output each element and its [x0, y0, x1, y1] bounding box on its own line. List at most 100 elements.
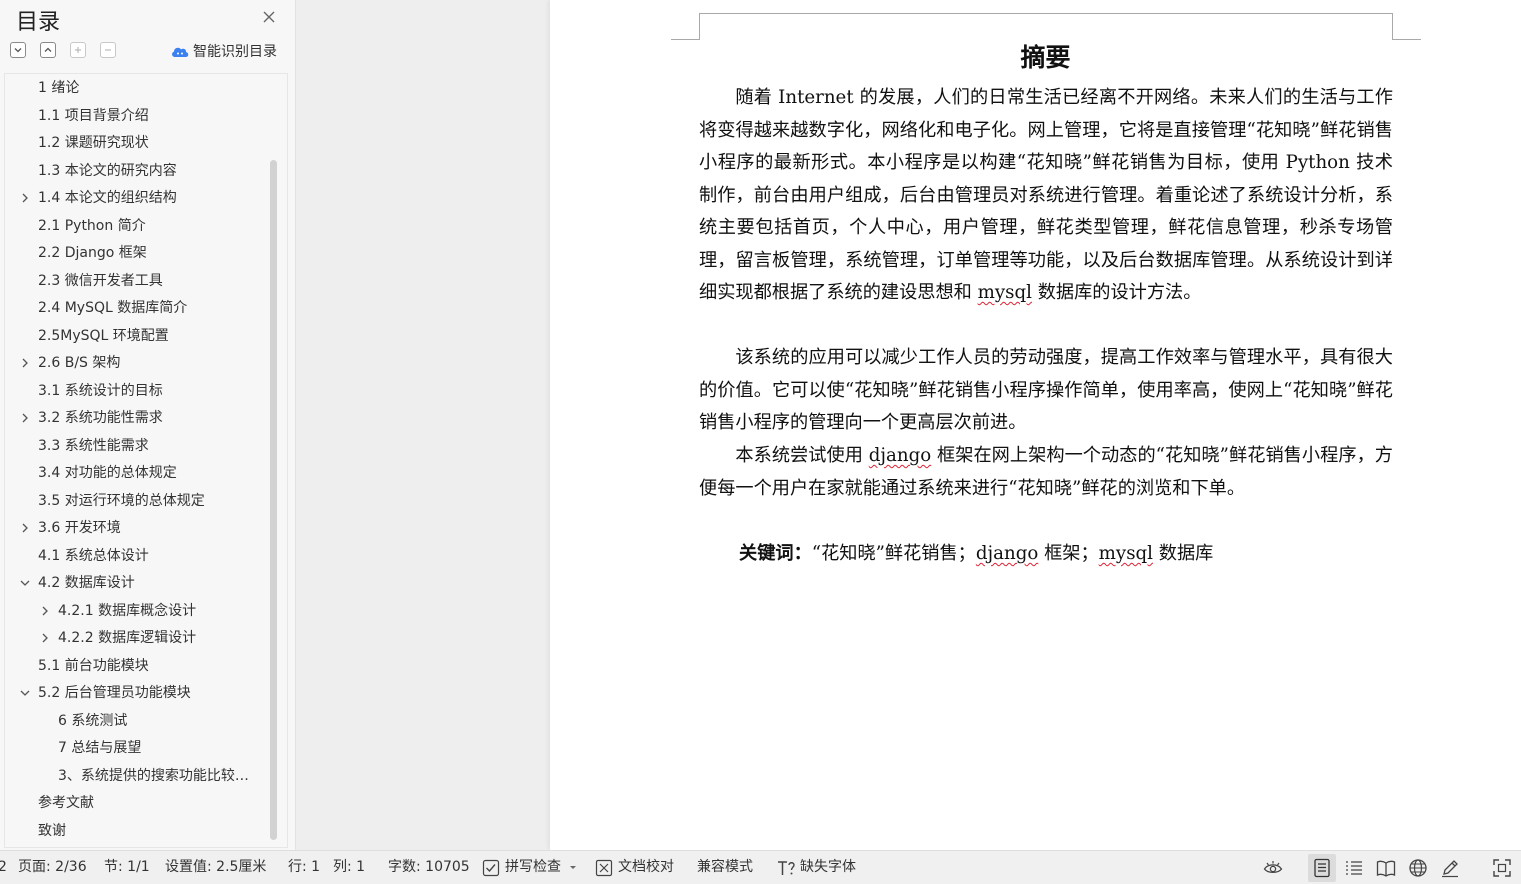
smart-toc-label: 智能识别目录: [193, 44, 277, 60]
margin-corner-right: [1392, 13, 1421, 40]
missing-font-icon: [778, 861, 795, 875]
toc-item[interactable]: 4.2.2 数据库逻辑设计: [5, 625, 267, 651]
keywords-label: 关键词：: [739, 543, 812, 564]
toc-item-label: 3.2 系统功能性需求: [38, 410, 163, 426]
keyword-text: 框架；: [1038, 543, 1099, 564]
writing-mode-button[interactable]: [1436, 854, 1464, 882]
toc-item[interactable]: 3.6 开发环境: [5, 515, 267, 541]
abstract-title: 摘要: [1020, 43, 1071, 72]
toc-item-label: 1 绪论: [38, 80, 80, 96]
paragraph-text: 数据库的设计方法。: [1031, 282, 1202, 303]
close-icon[interactable]: [259, 7, 279, 27]
toc-item[interactable]: 4.2.1 数据库概念设计: [5, 598, 267, 624]
page-indicator[interactable]: 页面: 2/36: [18, 851, 87, 884]
chevron-right-icon[interactable]: [19, 522, 31, 534]
toc-item[interactable]: 2.4 MySQL 数据库简介: [5, 295, 267, 321]
paragraph-text: 本系统尝试使用: [735, 445, 869, 466]
section-indicator: 节: 1/1: [104, 859, 150, 875]
toc-item[interactable]: 3.5 对运行环境的总体规定: [5, 488, 267, 514]
collapse-all-button[interactable]: [40, 42, 56, 58]
toc-item[interactable]: 1.3 本论文的研究内容: [5, 158, 267, 184]
page-view-icon: [1314, 858, 1330, 878]
smart-toc-button[interactable]: 智能识别目录: [170, 40, 277, 62]
toc-item-label: 1.4 本论文的组织结构: [38, 190, 177, 206]
toc-item[interactable]: 1.2 课题研究现状: [5, 130, 267, 156]
toc-item[interactable]: 3.2 系统功能性需求: [5, 405, 267, 431]
toc-item[interactable]: 5.1 前台功能模块: [5, 653, 267, 679]
outline-view-icon: [1346, 861, 1362, 875]
toc-item[interactable]: 2.2 Django 框架: [5, 240, 267, 266]
toc-item[interactable]: 6 系统测试: [5, 708, 267, 734]
toc-item[interactable]: 3.3 系统性能需求: [5, 433, 267, 459]
chevron-up-icon: [44, 47, 52, 52]
spellcheck-word: django: [975, 543, 1039, 564]
chevron-down-icon[interactable]: [19, 687, 31, 699]
toc-item[interactable]: 7 总结与展望: [5, 735, 267, 761]
toc-item-label: 2.5MySQL 环境配置: [38, 327, 169, 344]
toc-item[interactable]: 1.4 本论文的组织结构: [5, 185, 267, 211]
chevron-right-icon[interactable]: [39, 605, 51, 617]
reading-view-button[interactable]: [1372, 854, 1400, 882]
add-level-button[interactable]: [70, 42, 86, 58]
margin-corner-left: [671, 13, 700, 40]
toc-item-label: 5.1 前台功能模块: [38, 657, 149, 674]
chevron-right-icon[interactable]: [19, 357, 31, 369]
toc-item[interactable]: 2.6 B/S 架构: [5, 350, 267, 376]
toc-item-label: 2.1 Python 简介: [38, 217, 146, 234]
toc-item[interactable]: 4.2 数据库设计: [5, 570, 267, 596]
doc-proof-button[interactable]: 文档校对: [595, 851, 685, 884]
chevron-down-icon[interactable]: [19, 577, 31, 589]
toc-item-label: 6 系统测试: [58, 712, 128, 729]
fullscreen-button[interactable]: [1488, 854, 1516, 882]
toc-item-label: 3.4 对功能的总体规定: [38, 465, 177, 481]
eye-protection-icon: [1263, 861, 1283, 874]
toc-item[interactable]: 2.5MySQL 环境配置: [5, 323, 267, 349]
toc-item[interactable]: 5.2 后台管理员功能模块: [5, 680, 267, 706]
column-indicator: 列: 1: [333, 859, 366, 875]
toc-item[interactable]: 1 绪论: [5, 75, 267, 101]
spellcheck-word: mysql: [1098, 543, 1153, 564]
toc-item[interactable]: 2.1 Python 简介: [5, 213, 267, 239]
remove-level-button[interactable]: [100, 42, 116, 58]
toc-item-label: 3.1 系统设计的目标: [38, 382, 163, 399]
toc-item-label: 3、系统提供的搜索功能比较…: [58, 767, 249, 784]
keyword-text: 数据库: [1153, 543, 1214, 564]
toc-item-label: 2.4 MySQL 数据库简介: [38, 300, 188, 316]
toc-item[interactable]: 3、系统提供的搜索功能比较…: [5, 763, 267, 789]
toc-item[interactable]: 致谢: [5, 818, 267, 844]
toc-item-label: 1.2 课题研究现状: [38, 135, 149, 151]
chevron-down-icon: [14, 48, 22, 53]
toc-item-label: 4.2.2 数据库逻辑设计: [58, 630, 197, 646]
setting-value[interactable]: 设置值: 2.5厘米: [165, 851, 266, 884]
toc-item[interactable]: 2.3 微信开发者工具: [5, 268, 267, 294]
document-page[interactable]: 摘要 随着 Internet 的发展，人们的日常生活已经离不开网络。未来人们的生…: [550, 0, 1521, 850]
chevron-right-icon[interactable]: [19, 192, 31, 204]
chevron-right-icon[interactable]: [19, 412, 31, 424]
chevron-right-icon[interactable]: [39, 632, 51, 644]
eye-protection-button[interactable]: [1259, 854, 1287, 882]
word-count[interactable]: 字数: 10705: [388, 851, 470, 884]
toc-item-label: 2.6 B/S 架构: [38, 355, 121, 371]
status-left-fragment: 2: [0, 859, 7, 875]
fullscreen-icon: [1493, 859, 1511, 877]
web-view-icon: [1409, 859, 1427, 877]
row-indicator: 行: 1: [288, 859, 321, 875]
toc-item-label: 2.2 Django 框架: [38, 245, 147, 261]
keyword-text: “花知晓”鲜花销售；: [811, 543, 976, 564]
margin-line-top: [699, 13, 1392, 14]
page-view-button[interactable]: [1308, 854, 1336, 882]
expand-all-button[interactable]: [10, 42, 26, 58]
missing-font-button[interactable]: 缺失字体: [777, 851, 867, 884]
toc-scrollbar[interactable]: [270, 160, 277, 840]
web-view-button[interactable]: [1404, 854, 1432, 882]
toc-item[interactable]: 3.4 对功能的总体规定: [5, 460, 267, 486]
minus-icon: [105, 49, 111, 51]
spell-check-button[interactable]: 拼写检查: [482, 851, 578, 884]
toc-item[interactable]: 参考文献: [5, 790, 267, 816]
outline-view-button[interactable]: [1340, 854, 1368, 882]
toc-item[interactable]: 3.1 系统设计的目标: [5, 378, 267, 404]
toc-item[interactable]: 4.1 系统总体设计: [5, 543, 267, 569]
abstract-paragraph-2: 该系统的应用可以减少工作人员的劳动强度，提高工作效率与管理水平，具有很大的价值。…: [699, 347, 1393, 433]
toc-item[interactable]: 1.1 项目背景介绍: [5, 103, 267, 129]
toc-item-label: 5.2 后台管理员功能模块: [38, 685, 191, 701]
